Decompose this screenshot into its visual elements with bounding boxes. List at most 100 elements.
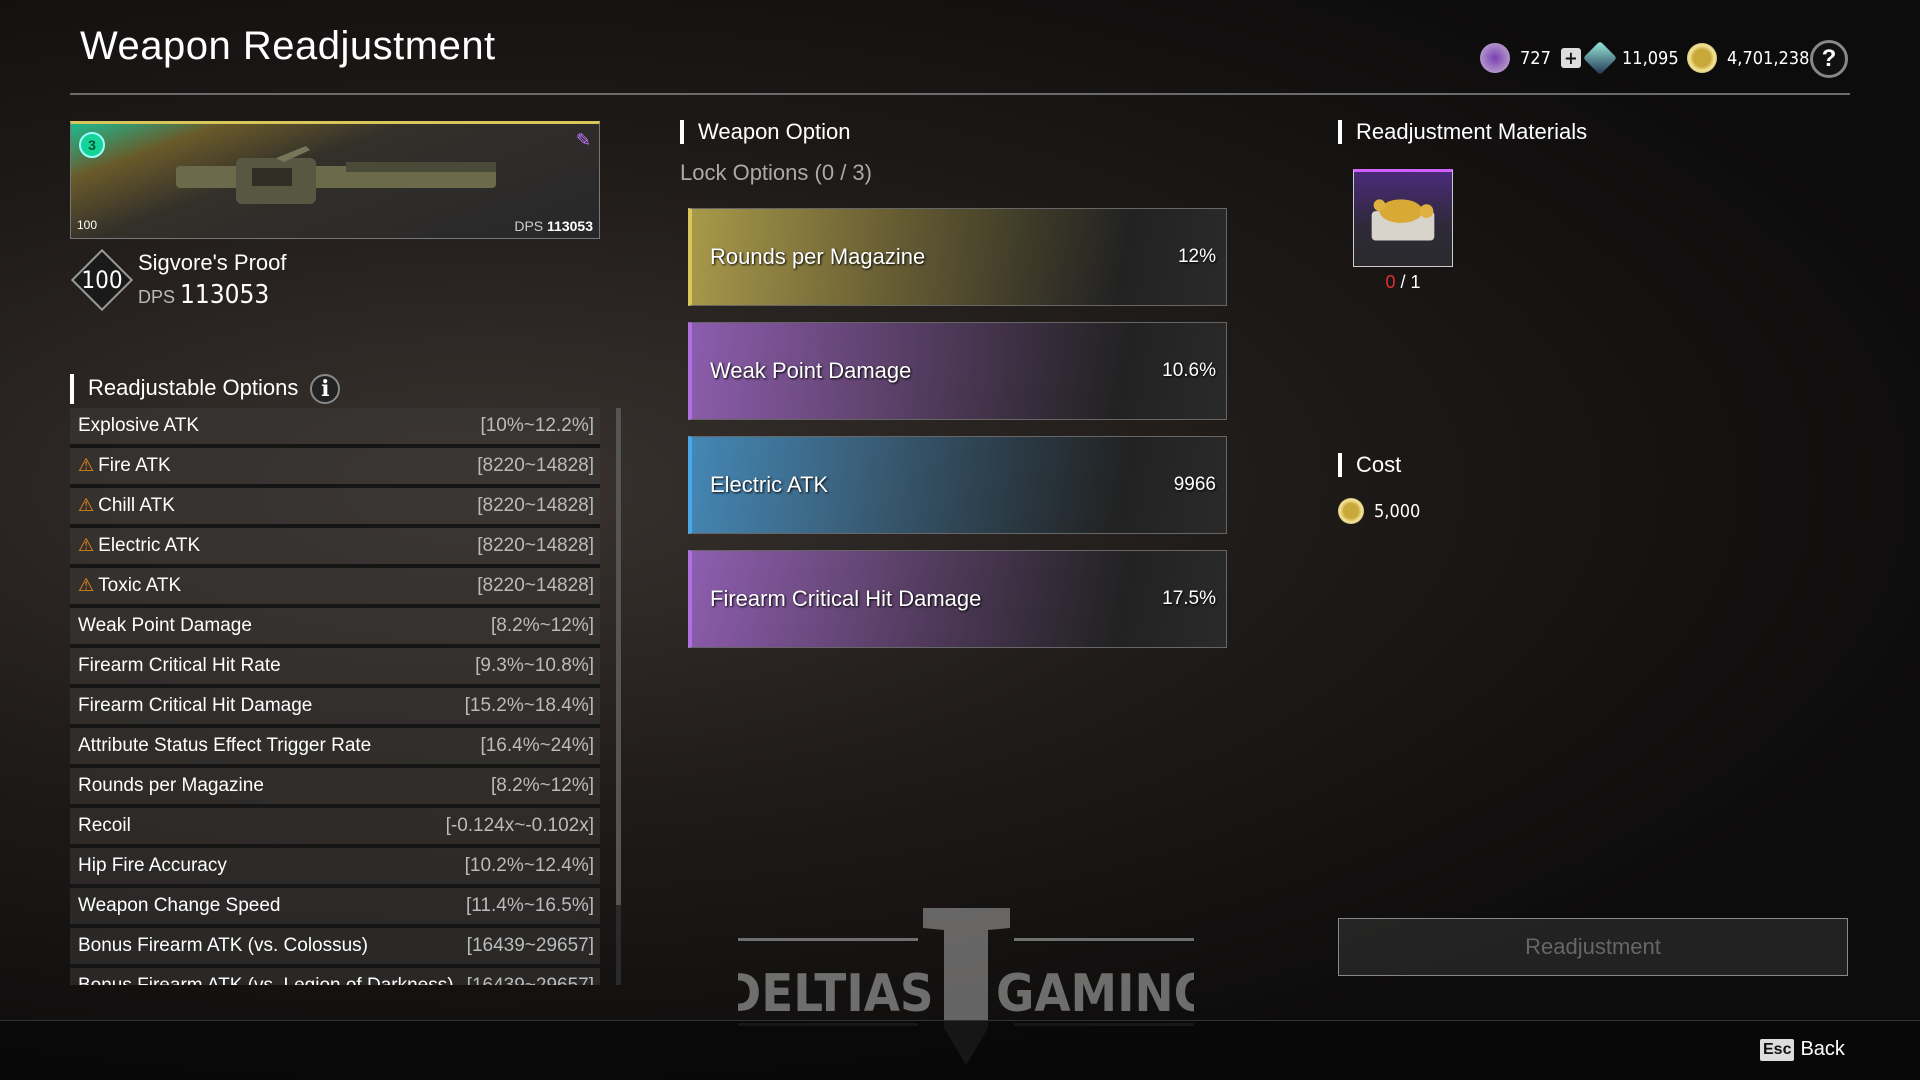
purple-crystal-icon xyxy=(1480,43,1510,73)
weapon-card[interactable]: 3 ✎ 100 DPS 113053 xyxy=(70,121,600,239)
currency-gold: 4,701,238 xyxy=(1687,40,1809,76)
option-label: Firearm Critical Hit Damage xyxy=(78,695,312,717)
option-label: Rounds per Magazine xyxy=(78,775,264,797)
option-row: ⚠ Toxic ATK [8220~14828] xyxy=(70,568,600,608)
cost-amount: 5,000 xyxy=(1374,500,1421,522)
option-row: Explosive ATK [10%~12.2%] xyxy=(70,408,600,448)
option-range: [11.4%~16.5%] xyxy=(466,895,594,916)
option-name: Bonus Firearm ATK (vs. Colossus) xyxy=(78,935,369,956)
back-label: Back xyxy=(1800,1038,1845,1060)
option-name: Hip Fire Accuracy xyxy=(78,855,227,876)
option-value: 12% xyxy=(1177,246,1216,267)
option-row: ⚠ Electric ATK [8220~14828] xyxy=(70,528,600,568)
option-label: Bonus Firearm ATK (vs. Colossus) xyxy=(78,935,368,957)
option-label: ⚠ Fire ATK xyxy=(78,455,171,477)
option-label: Attribute Status Effect Trigger Rate xyxy=(78,735,371,757)
weapon-option-slot[interactable]: Weak Point Damage 10.6% xyxy=(688,322,1227,420)
option-label: ⚠ Electric ATK xyxy=(78,535,200,557)
option-row: Weak Point Damage [8.2%~12%] xyxy=(70,608,600,648)
currency-value: 11,095 xyxy=(1622,47,1679,69)
option-label: Bonus Firearm ATK (vs. Legion of Darknes… xyxy=(78,975,454,985)
option-name: Bonus Firearm ATK (vs. Legion of Darknes… xyxy=(78,975,454,985)
weapon-level: 100 xyxy=(81,266,123,294)
weapon-option-slot[interactable]: Rounds per Magazine 12% xyxy=(688,208,1227,306)
option-value: 10.6% xyxy=(1162,360,1216,381)
option-name: Weak Point Damage xyxy=(710,358,912,383)
dps-value: 113053 xyxy=(180,280,270,310)
option-range: [10.2%~12.4%] xyxy=(464,855,594,876)
currency-purple: 727 + xyxy=(1480,40,1581,76)
option-range: [8220~14828] xyxy=(477,495,594,516)
option-row: ⚠ Chill ATK [8220~14828] xyxy=(70,488,600,528)
option-row: Firearm Critical Hit Rate [9.3%~10.8%] xyxy=(70,648,600,688)
option-label: ⚠ Toxic ATK xyxy=(78,575,181,597)
option-range: [-0.124x~-0.102x] xyxy=(445,815,594,836)
materials-heading: Readjustment Materials xyxy=(1338,120,1587,144)
option-name: Electric ATK xyxy=(98,535,201,556)
help-button[interactable]: ? xyxy=(1810,40,1848,78)
material-required: / 1 xyxy=(1400,272,1421,292)
gold-coin-icon xyxy=(1338,498,1364,524)
option-row: Attribute Status Effect Trigger Rate [16.… xyxy=(70,728,600,768)
readjustment-button[interactable]: Readjustment xyxy=(1338,918,1848,976)
svg-text:GAMING: GAMING xyxy=(996,964,1194,1024)
lock-options-label: Lock Options (0 / 3) xyxy=(680,160,872,185)
add-currency-button[interactable]: + xyxy=(1560,48,1581,69)
material-icon xyxy=(1371,199,1435,241)
weapon-name: Sigvore's Proof xyxy=(138,250,287,275)
level-badge: 100 xyxy=(77,218,98,232)
option-name: Rounds per Magazine xyxy=(710,244,926,269)
option-name: Weak Point Damage xyxy=(78,615,252,636)
option-range: [15.2%~18.4%] xyxy=(464,695,594,716)
option-label: ⚠ Chill ATK xyxy=(78,495,175,517)
option-row: Bonus Firearm ATK (vs. Legion of Darknes… xyxy=(70,968,600,985)
edit-icon[interactable]: ✎ xyxy=(576,130,591,151)
option-range: [16439~29657] xyxy=(466,935,594,956)
option-name: Attribute Status Effect Trigger Rate xyxy=(78,735,372,756)
option-name: Firearm Critical Hit Damage xyxy=(710,586,982,611)
header-divider xyxy=(70,93,1850,95)
material-item[interactable] xyxy=(1353,169,1453,267)
option-name: Fire ATK xyxy=(98,455,171,476)
cost-value: 5,000 xyxy=(1338,493,1420,529)
option-label: Recoil xyxy=(78,815,131,837)
warning-icon: ⚠ xyxy=(78,535,95,555)
option-name: Electric ATK xyxy=(710,472,829,497)
option-range: [16439~29657] xyxy=(467,975,594,985)
option-row: Bonus Firearm ATK (vs. Colossus) [16439~2… xyxy=(70,928,600,968)
option-range: [16.4%~24%] xyxy=(480,735,594,756)
option-row: Firearm Critical Hit Damage [15.2%~18.4%] xyxy=(70,688,600,728)
option-label: Explosive ATK xyxy=(78,415,199,437)
info-icon[interactable]: i xyxy=(310,374,341,404)
option-label: Firearm Critical Hit Rate xyxy=(78,655,281,677)
option-name: Recoil xyxy=(78,815,131,836)
option-range: [10%~12.2%] xyxy=(480,415,594,436)
scrollbar-thumb[interactable] xyxy=(616,408,621,905)
option-label: Weak Point Damage xyxy=(78,615,252,637)
dps-value: 113053 xyxy=(547,218,593,234)
page-title: Weapon Readjustment xyxy=(80,24,496,68)
option-row: Weapon Change Speed [11.4%~16.5%] xyxy=(70,888,600,928)
svg-text:DELTIAS: DELTIAS xyxy=(738,964,934,1024)
currency-blue: 11,095 xyxy=(1583,40,1679,76)
option-value: 17.5% xyxy=(1162,588,1216,609)
option-range: [8.2%~12%] xyxy=(491,615,594,636)
gold-coin-icon xyxy=(1687,43,1717,73)
option-name: Weapon Change Speed xyxy=(78,895,281,916)
bottom-bar xyxy=(0,1020,1920,1080)
currency-value: 4,701,238 xyxy=(1727,47,1810,69)
option-row: ⚠ Fire ATK [8220~14828] xyxy=(70,448,600,488)
weapon-option-slot[interactable]: Firearm Critical Hit Damage 17.5% xyxy=(688,550,1227,648)
readjustable-options-list: Explosive ATK [10%~12.2%] ⚠ Fire ATK [8220~1… xyxy=(70,408,600,985)
tier-badge: 3 xyxy=(79,132,105,158)
option-row: Rounds per Magazine [8.2%~12%] xyxy=(70,768,600,808)
back-button[interactable]: Esc Back xyxy=(1760,1038,1845,1061)
weapon-option-slot[interactable]: Electric ATK 9966 xyxy=(688,436,1227,534)
option-range: [8220~14828] xyxy=(477,535,594,556)
warning-icon: ⚠ xyxy=(78,575,95,595)
option-name: Rounds per Magazine xyxy=(78,775,264,796)
option-range: [8220~14828] xyxy=(477,575,594,596)
option-range: [9.3%~10.8%] xyxy=(475,655,594,676)
weapon-image xyxy=(176,146,496,204)
option-value: 9966 xyxy=(1173,474,1216,495)
